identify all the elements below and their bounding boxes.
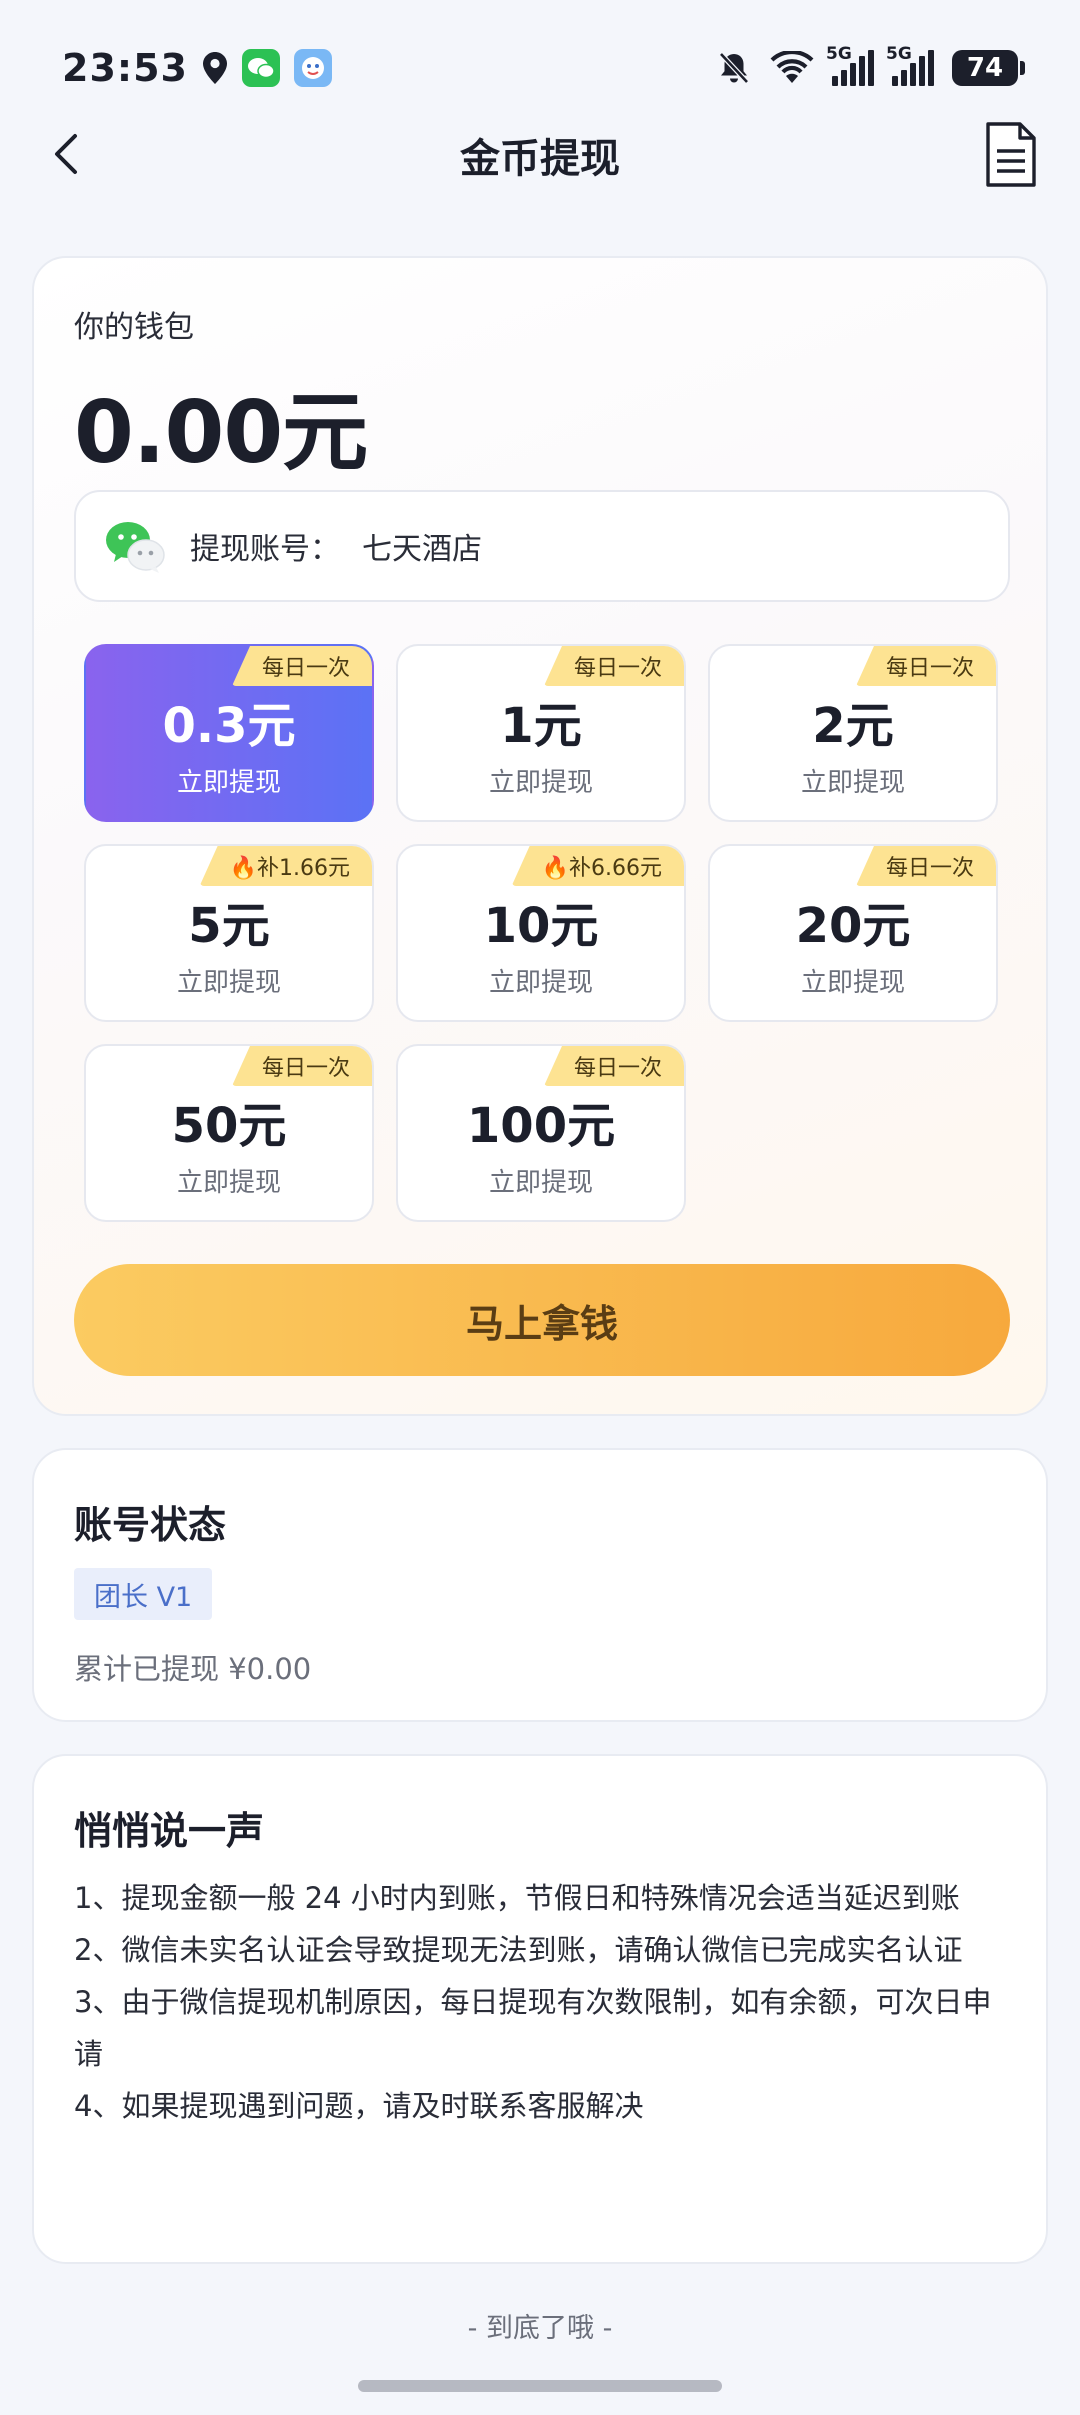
option-badge: 每日一次	[231, 1046, 372, 1086]
notes-card: 悄悄说一声 1、提现金额一般 24 小时内到账，节假日和特殊情况会适当延迟到账 …	[32, 1754, 1048, 2264]
option-action: 立即提现	[176, 767, 281, 798]
battery-level: 74	[966, 52, 1004, 83]
option-amount: 1元	[500, 697, 582, 754]
option-amount: 20元	[795, 897, 911, 954]
battery-icon: 74	[952, 49, 1025, 86]
option-badge: 每日一次	[855, 846, 996, 886]
option-amount: 10元	[483, 897, 599, 954]
withdraw-account-box[interactable]: 提现账号： 七天酒店	[74, 490, 1010, 602]
wallet-label: 你的钱包	[74, 310, 194, 345]
option-amount: 5元	[188, 897, 270, 954]
amount-option[interactable]: 🔥补6.66元 10元 立即提现	[396, 844, 686, 1022]
option-badge: 每日一次	[543, 1046, 684, 1086]
account-label: 提现账号：	[190, 532, 340, 567]
option-action: 立即提现	[176, 967, 281, 998]
level-badge: 团长 V1	[74, 1568, 213, 1620]
wallet-balance: 0.00元	[74, 383, 368, 483]
signal-2-tag: 5G	[886, 43, 912, 64]
option-action: 立即提现	[488, 967, 593, 998]
account-status-card: 账号状态 团长 V1 累计已提现 ¥0.00	[32, 1448, 1048, 1722]
option-amount: 2元	[812, 697, 894, 754]
option-badge: 每日一次	[855, 646, 996, 686]
nav-bar: 金币提现	[0, 115, 1080, 195]
location-icon	[202, 51, 227, 84]
amount-option[interactable]: 每日一次 1元 立即提现	[396, 644, 686, 822]
page-title: 金币提现	[460, 136, 620, 182]
wifi-icon	[770, 50, 814, 83]
amount-option[interactable]: 每日一次 50元 立即提现	[84, 1044, 374, 1222]
cell-signal-2-icon: 5G	[886, 44, 934, 86]
notes-list: 1、提现金额一般 24 小时内到账，节假日和特殊情况会适当延迟到账 2、微信未实…	[74, 1872, 1020, 2132]
withdraw-now-button[interactable]: 马上拿钱	[74, 1264, 1010, 1376]
home-indicator[interactable]	[358, 2380, 722, 2392]
option-action: 立即提现	[488, 1167, 593, 1198]
account-value: 七天酒店	[362, 532, 482, 567]
note-item: 4、如果提现遇到问题，请及时联系客服解决	[74, 2089, 644, 2123]
end-of-list-text: - 到底了哦 -	[467, 2313, 613, 2344]
amount-option[interactable]: 每日一次 0.3元 立即提现	[84, 644, 374, 822]
wechat-notification-icon	[241, 48, 280, 87]
option-action: 立即提现	[488, 767, 593, 798]
status-left: 23:53	[62, 46, 332, 90]
option-action: 立即提现	[800, 967, 905, 998]
option-action: 立即提现	[176, 1167, 281, 1198]
option-badge: 🔥补6.66元	[511, 846, 684, 886]
option-amount: 0.3元	[162, 697, 296, 754]
wechat-icon	[106, 522, 165, 573]
note-item: 3、由于微信提现机制原因，每日提现有次数限制，如有余额，可次日申请	[74, 1985, 992, 2071]
cell-signal-1-icon: 5G	[826, 44, 874, 86]
option-badge: 每日一次	[231, 646, 372, 686]
signal-1-tag: 5G	[826, 43, 852, 64]
account-status-title: 账号状态	[74, 1503, 227, 1547]
document-icon[interactable]	[980, 121, 1040, 189]
option-amount: 50元	[171, 1097, 287, 1154]
amount-option[interactable]: 每日一次 2元 立即提现	[708, 644, 998, 822]
amount-option[interactable]: 每日一次 20元 立即提现	[708, 844, 998, 1022]
wallet-card: 你的钱包 0.00元 提现账号： 七天酒店 每日一次 0.3元 立即提现 每日一…	[32, 256, 1048, 1416]
amount-option[interactable]: 🔥补1.66元 5元 立即提现	[84, 844, 374, 1022]
option-badge: 🔥补1.66元	[199, 846, 372, 886]
option-action: 立即提现	[800, 767, 905, 798]
note-item: 2、微信未实名认证会导致提现无法到账，请确认微信已完成实名认证	[74, 1933, 963, 1967]
status-right: 5G 5G 74	[716, 44, 1025, 86]
total-withdrawn: 累计已提现 ¥0.00	[74, 1652, 312, 1686]
option-amount: 100元	[466, 1097, 616, 1154]
note-item: 1、提现金额一般 24 小时内到账，节假日和特殊情况会适当延迟到账	[74, 1881, 960, 1915]
app-notification-icon	[293, 48, 332, 87]
status-time: 23:53	[62, 45, 188, 90]
amount-option[interactable]: 每日一次 100元 立即提现	[396, 1044, 686, 1222]
option-badge: 每日一次	[543, 646, 684, 686]
back-arrow-icon[interactable]	[44, 129, 94, 179]
notes-title: 悄悄说一声	[74, 1809, 265, 1853]
bell-muted-icon	[719, 51, 749, 84]
